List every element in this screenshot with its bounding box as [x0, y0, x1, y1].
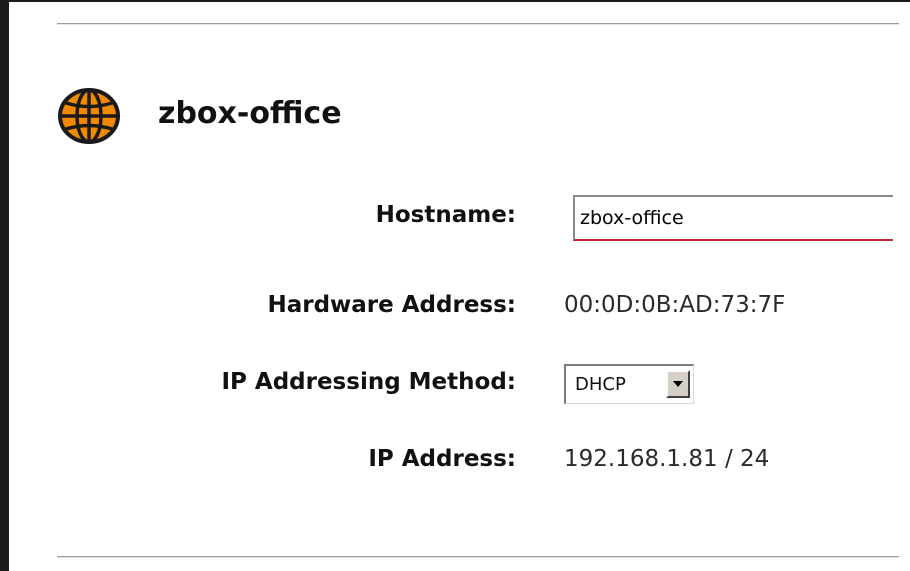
ip-method-selected-value: DHCP — [575, 374, 626, 395]
hostname-input[interactable] — [573, 195, 893, 241]
hostname-label: Hostname: — [375, 202, 516, 228]
bottom-divider — [57, 556, 899, 558]
ip-address-label: IP Address: — [368, 446, 516, 472]
ip-method-select[interactable]: DHCP — [564, 364, 694, 404]
hardware-address-value: 00:0D:0B:AD:73:7F — [564, 292, 786, 318]
device-title: zbox-office — [158, 96, 342, 131]
globe-icon — [58, 88, 120, 144]
chevron-down-icon — [673, 381, 683, 387]
ip-address-value: 192.168.1.81 / 24 — [564, 446, 770, 472]
top-divider — [57, 23, 899, 25]
dropdown-button[interactable] — [666, 370, 690, 398]
hardware-address-label: Hardware Address: — [267, 292, 516, 318]
ip-method-label: IP Addressing Method: — [221, 369, 516, 395]
panel-frame: zbox-office Hostname: Hardware Address: … — [0, 0, 910, 571]
